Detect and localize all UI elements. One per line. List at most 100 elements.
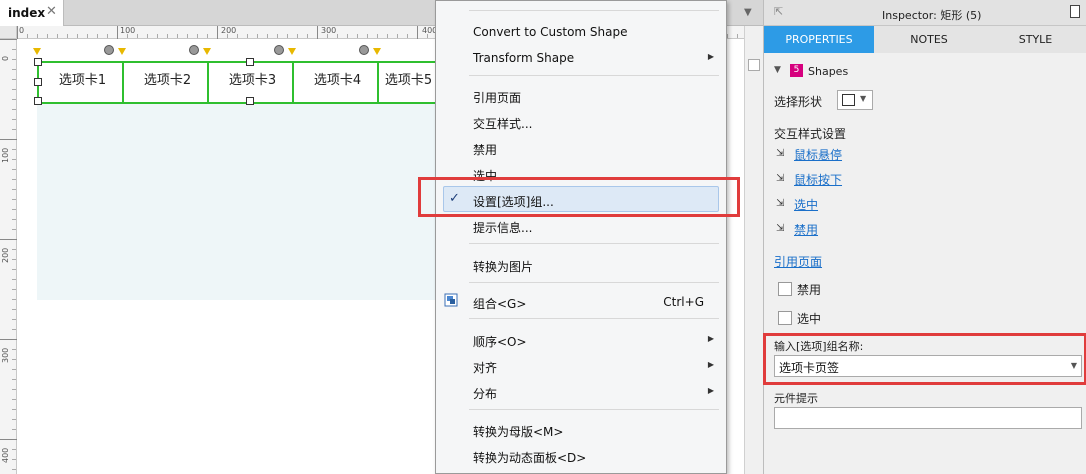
ruler-label: 200 [1, 247, 10, 263]
interaction-marker-icon[interactable] [373, 48, 381, 55]
link-selected[interactable]: 选中 [794, 196, 818, 213]
mouse-hover-icon: ⇲ [776, 148, 785, 159]
menu-item-label: 顺序<O> [473, 335, 527, 349]
tab-widget[interactable]: 选项卡5 [377, 61, 440, 104]
ruler-label: 0 [19, 26, 25, 35]
interaction-style-heading: 交互样式设置 [774, 127, 847, 141]
ruler-label: 300 [321, 26, 337, 35]
context-menu-item[interactable]: 对齐 ▶ [436, 354, 726, 378]
menu-item-label: 交互样式... [473, 117, 533, 131]
selection-handle[interactable] [34, 78, 42, 86]
menu-item-label: 转换为母版<M> [473, 425, 564, 439]
disabled-checkbox[interactable] [778, 282, 792, 296]
interaction-marker-icon[interactable] [118, 48, 126, 55]
menu-item-shortcut: Ctrl+G [663, 295, 704, 309]
context-menu-item[interactable]: 转换为动态面板<D> [436, 444, 726, 468]
menu-item-label: Transform Shape [473, 51, 575, 65]
content-panel-area[interactable] [37, 98, 437, 300]
context-menu-item[interactable]: 组合<G> Ctrl+G [436, 290, 726, 314]
ruler-label: 0 [1, 55, 10, 61]
ruler-label: 200 [221, 26, 237, 35]
shapes-label: Shapes [808, 65, 849, 78]
page-icon[interactable] [1070, 5, 1080, 18]
interaction-marker-icon[interactable] [203, 48, 211, 55]
submenu-arrow-icon: ▶ [707, 360, 714, 369]
menu-separator [469, 75, 719, 76]
selection-handle[interactable] [246, 58, 254, 66]
mouse-down-icon: ⇲ [776, 173, 785, 184]
inspector-title-bar: ⇱ Inspector: 矩形 (5) [764, 0, 1086, 26]
link-mouse-down[interactable]: 鼠标按下 [794, 171, 842, 188]
context-menu-item[interactable]: Convert to Custom Shape [436, 20, 726, 44]
tab-widget[interactable]: 选项卡2 [122, 61, 213, 104]
chevron-down-icon[interactable]: ▼ [744, 7, 752, 18]
menu-item-label: 分布 [473, 387, 498, 401]
selected-checkbox[interactable] [778, 311, 792, 325]
context-menu-item[interactable]: 提示信息... [436, 214, 726, 238]
link-reference-page[interactable]: 引用页面 [774, 253, 822, 270]
highlight-box-menu-item [418, 177, 740, 217]
link-disabled[interactable]: 禁用 [794, 221, 818, 238]
connection-point[interactable] [104, 45, 114, 55]
close-icon[interactable]: ✕ [46, 4, 57, 19]
menu-item-label: Convert to Custom Shape [473, 25, 628, 39]
tab-properties[interactable]: PROPERTIES [764, 26, 875, 53]
submenu-arrow-icon: ▶ [707, 386, 714, 395]
context-menu-item[interactable]: 引用页面 [436, 84, 726, 108]
inspector-panel: ⇱ Inspector: 矩形 (5) PROPERTIES NOTES STY… [763, 0, 1086, 474]
canvas-vertical-scrollbar[interactable] [744, 26, 763, 474]
menu-separator [469, 10, 719, 11]
connection-point[interactable] [359, 45, 369, 55]
interaction-marker-icon[interactable] [288, 48, 296, 55]
menu-separator [469, 409, 719, 410]
ruler-label: 300 [1, 347, 10, 363]
inspector-title: Inspector: 矩形 (5) [882, 9, 982, 22]
disabled-checkbox-label: 禁用 [797, 283, 822, 297]
select-shape-label: 选择形状 [774, 95, 823, 109]
chevron-down-icon[interactable]: ▼ [774, 65, 781, 75]
menu-item-label: 提示信息... [473, 221, 533, 235]
menu-item-label: 对齐 [473, 361, 498, 375]
selection-handle[interactable] [34, 97, 42, 105]
document-tab-index[interactable]: index ✕ [0, 0, 64, 26]
selection-handle[interactable] [34, 58, 42, 66]
ruler-label: 100 [120, 26, 136, 35]
tab-style[interactable]: STYLE [984, 26, 1086, 53]
shape-swatch [842, 94, 855, 106]
menu-item-label: 转换为图片 [473, 260, 534, 274]
connection-point[interactable] [189, 45, 199, 55]
menu-separator [469, 318, 719, 319]
element-hint-label: 元件提示 [774, 392, 818, 405]
vertical-ruler: 0 100 200 300 400 [0, 39, 17, 474]
element-hint-input[interactable] [774, 407, 1082, 429]
context-menu-item[interactable]: 禁用 [436, 136, 726, 160]
disabled-state-icon: ⇲ [776, 223, 785, 234]
scrollbar-thumb[interactable] [748, 59, 760, 71]
menu-item-label: 转换为动态面板<D> [473, 451, 587, 465]
chevron-down-icon[interactable]: ▼ [860, 94, 866, 103]
menu-item-label: 禁用 [473, 143, 498, 157]
tab-widget[interactable]: 选项卡4 [292, 61, 383, 104]
shapes-count-badge: 5 [790, 64, 803, 77]
tab-notes[interactable]: NOTES [874, 26, 985, 53]
selection-handle[interactable] [246, 97, 254, 105]
interaction-marker-icon[interactable] [33, 48, 41, 55]
selected-state-icon: ⇲ [776, 198, 785, 209]
menu-separator [469, 282, 719, 283]
context-menu-item[interactable]: 转换为母版<M> [436, 418, 726, 442]
context-menu-item[interactable]: 转换为图片 [436, 253, 726, 277]
context-menu-item[interactable]: 分布 ▶ [436, 380, 726, 404]
tab-widget[interactable]: 选项卡1 [37, 61, 128, 104]
selected-checkbox-label: 选中 [797, 312, 822, 326]
document-tab-label: index [8, 6, 46, 20]
connection-point[interactable] [274, 45, 284, 55]
collapse-icon[interactable]: ⇱ [774, 5, 783, 18]
context-menu-item[interactable]: 顺序<O> ▶ [436, 328, 726, 352]
context-menu-item[interactable]: 交互样式... [436, 110, 726, 134]
shape-picker[interactable]: ▼ [837, 90, 873, 110]
ruler-corner [0, 26, 17, 39]
ruler-label: 100 [1, 147, 10, 163]
context-menu-item[interactable]: Transform Shape ▶ [436, 46, 726, 70]
link-mouse-hover[interactable]: 鼠标悬停 [794, 146, 842, 163]
menu-item-label: 组合<G> [473, 297, 527, 311]
